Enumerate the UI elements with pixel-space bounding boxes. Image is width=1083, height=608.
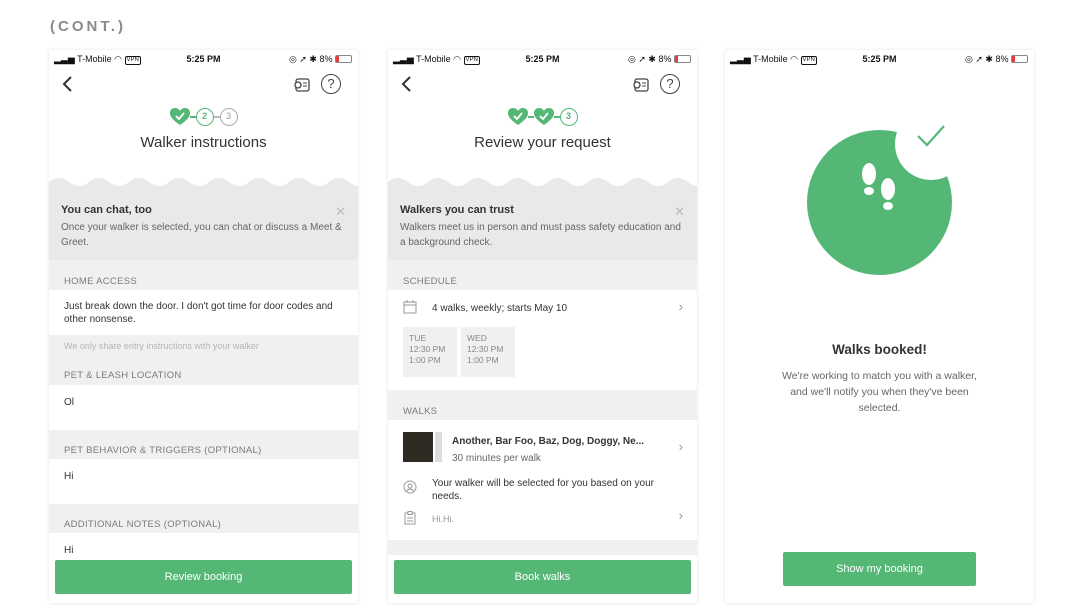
step-2-heart-check-icon xyxy=(533,108,554,125)
notice-body: Once your walker is selected, you can ch… xyxy=(61,222,342,248)
checkmark-icon xyxy=(917,125,945,147)
step-2-circle: 2 xyxy=(195,108,214,126)
schedule-card[interactable]: 4 walks, weekly; starts May 10 › TUE 12:… xyxy=(388,290,697,390)
pet-leash-label: PET & LEASH LOCATION xyxy=(64,370,182,381)
help-icon[interactable]: ? xyxy=(660,74,680,94)
page-label: (CONT.) xyxy=(50,18,126,35)
walk-duration: 30 minutes per walk xyxy=(452,453,541,464)
walks-label: WALKS xyxy=(403,406,438,417)
screen-title: Walker instructions xyxy=(140,134,267,151)
trust-notice: Walkers you can trust Walkers meet us in… xyxy=(388,192,697,260)
behavior-field[interactable]: Hi xyxy=(49,459,358,504)
battery-percent: 8% xyxy=(995,54,1009,64)
walker-person-icon xyxy=(403,480,417,494)
battery-percent: 8% xyxy=(658,54,672,64)
location-icon: ◎ ➚ ✱ xyxy=(628,54,656,64)
step-3-circle: 3 xyxy=(559,108,578,126)
review-booking-button[interactable]: Review booking xyxy=(55,560,352,594)
chevron-right-icon: › xyxy=(678,508,683,523)
wave-divider xyxy=(388,178,697,194)
status-bar: ▂▃▅ T-Mobile ◠ VPN 5:25 PM ◎ ➚ ✱ 8% xyxy=(49,54,358,68)
show-my-booking-button[interactable]: Show my booking xyxy=(783,552,976,586)
instructions-summary: Hi.Hi. xyxy=(432,514,454,524)
day-card-tue: TUE 12:30 PM 1:00 PM xyxy=(403,327,457,377)
chevron-right-icon: › xyxy=(678,299,683,314)
back-arrow-icon[interactable] xyxy=(59,74,77,94)
location-icon: ◎ ➚ ✱ xyxy=(289,54,317,64)
notice-title: Walkers you can trust xyxy=(400,204,514,216)
clipboard-icon xyxy=(404,511,416,525)
progress-steps: 3 xyxy=(388,106,697,128)
screen-title: Review your request xyxy=(474,134,611,151)
status-bar: ▂▃▅ T-Mobile ◠ VPN 5:25 PM ◎ ➚ ✱ 8% xyxy=(388,54,697,68)
behavior-label: PET BEHAVIOR & TRIGGERS (OPTIONAL) xyxy=(64,445,262,456)
battery-icon xyxy=(1011,55,1028,63)
help-icon[interactable]: ? xyxy=(321,74,341,94)
location-icon: ◎ ➚ ✱ xyxy=(965,54,993,64)
notes-label: ADDITIONAL NOTES (OPTIONAL) xyxy=(64,519,222,530)
calendar-icon xyxy=(403,300,417,314)
battery-icon xyxy=(674,55,691,63)
step-1-heart-check-icon xyxy=(169,108,190,125)
key-icon[interactable] xyxy=(292,76,312,94)
booked-message: We're working to match you with a walker… xyxy=(782,370,977,414)
notice-body: Walkers meet us in person and must pass … xyxy=(400,222,681,248)
battery-icon xyxy=(335,55,352,63)
back-arrow-icon[interactable] xyxy=(398,74,416,94)
schedule-summary: 4 walks, weekly; starts May 10 xyxy=(432,303,568,314)
home-access-label: HOME ACCESS xyxy=(64,276,137,287)
dog-photo-thumbnail xyxy=(403,432,442,462)
chevron-right-icon: › xyxy=(678,439,683,454)
chat-notice: You can chat, too Once your walker is se… xyxy=(49,192,358,260)
booked-title: Walks booked! xyxy=(832,342,927,357)
wave-divider xyxy=(49,178,358,194)
battery-percent: 8% xyxy=(319,54,333,64)
close-icon[interactable]: ✕ xyxy=(335,204,346,220)
walks-card[interactable]: Another, Bar Foo, Baz, Dog, Doggy, Ne...… xyxy=(388,420,697,540)
key-icon[interactable] xyxy=(631,76,651,94)
day-card-wed: WED 12:30 PM 1:00 PM xyxy=(461,327,515,377)
close-icon[interactable]: ✕ xyxy=(674,204,685,220)
schedule-label: SCHEDULE xyxy=(403,276,458,287)
notice-title: You can chat, too xyxy=(61,204,152,216)
status-bar: ▂▃▅ T-Mobile ◠ VPN 5:25 PM ◎ ➚ ✱ 8% xyxy=(725,54,1034,68)
footprints-icon xyxy=(862,163,895,210)
pet-leash-field[interactable]: Ol xyxy=(49,385,358,430)
step-3-circle: 3 xyxy=(219,108,238,126)
review-request-screen: ▂▃▅ T-Mobile ◠ VPN 5:25 PM ◎ ➚ ✱ 8% ? 3 … xyxy=(388,50,697,603)
walks-booked-screen: ▂▃▅ T-Mobile ◠ VPN 5:25 PM ◎ ➚ ✱ 8% Walk… xyxy=(725,50,1034,603)
home-access-hint: We only share entry instructions with yo… xyxy=(64,341,259,351)
progress-steps: 2 3 xyxy=(49,106,358,128)
home-access-field[interactable]: Just break down the door. I don't got ti… xyxy=(49,290,358,335)
walker-instructions-screen: ▂▃▅ T-Mobile ◠ VPN 5:25 PM ◎ ➚ ✱ 8% ? 2 … xyxy=(49,50,358,603)
dog-names: Another, Bar Foo, Baz, Dog, Doggy, Ne... xyxy=(452,436,645,447)
book-walks-button[interactable]: Book walks xyxy=(394,560,691,594)
step-1-heart-check-icon xyxy=(507,108,528,125)
walker-note: Your walker will be selected for you bas… xyxy=(432,478,654,502)
